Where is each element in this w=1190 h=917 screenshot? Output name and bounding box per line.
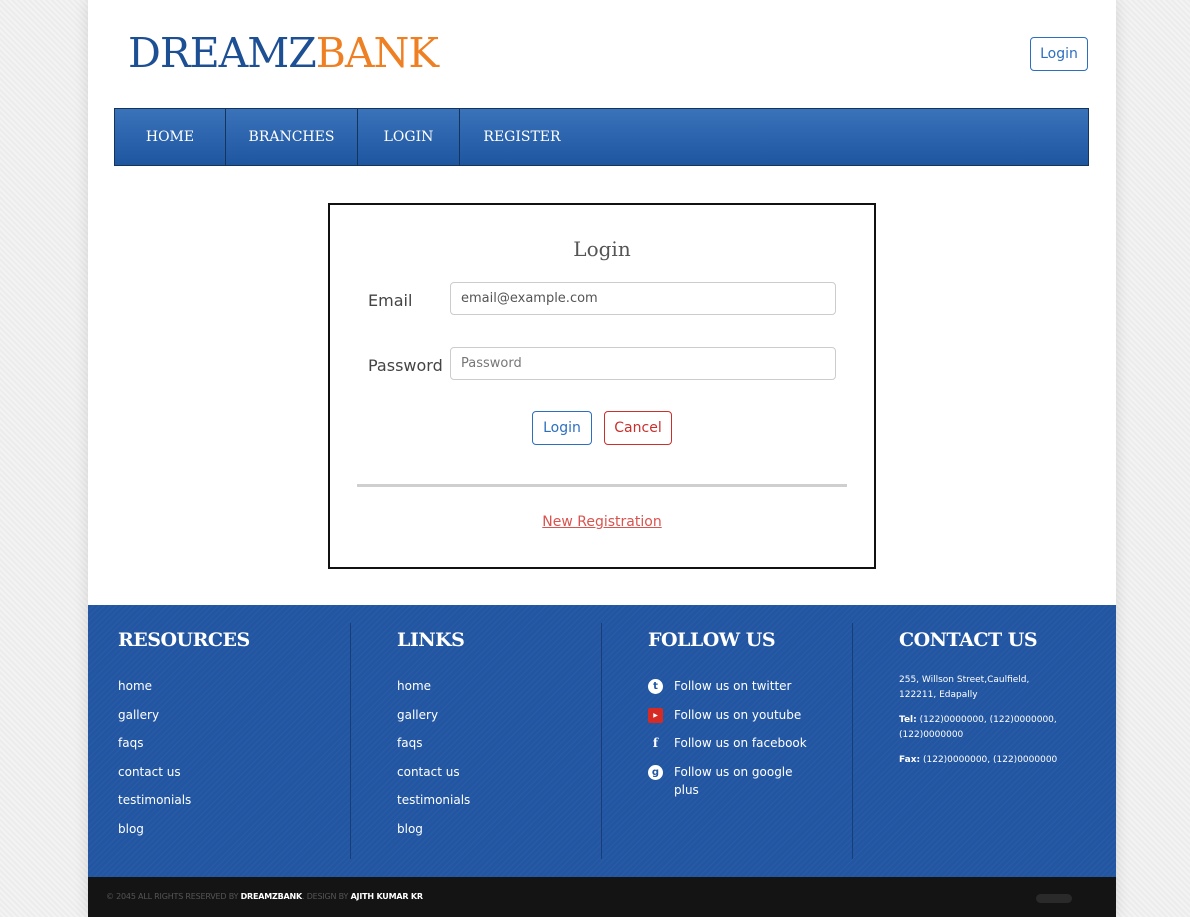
nav-item-home[interactable]: HOME	[115, 109, 226, 165]
copyright-design-by: . DESIGN BY	[302, 892, 349, 901]
contact-tel-label: Tel:	[899, 715, 917, 725]
footer-link-testimonials[interactable]: testimonials	[397, 791, 470, 820]
copyright-designer[interactable]: AJITH KUMAR KR	[351, 892, 423, 901]
contact-fax-label: Fax:	[899, 755, 921, 765]
footer-contact-title: CONTACT US	[899, 629, 1038, 651]
footer-links-list: home gallery faqs contact us testimonial…	[397, 677, 470, 849]
header-login-button[interactable]: Login	[1030, 37, 1088, 71]
footer-column-divider	[601, 623, 602, 859]
follow-twitter-text: Follow us on twitter	[674, 679, 792, 693]
footer-links: LINKS home gallery faqs contact us testi…	[397, 605, 597, 859]
footer-column-divider	[852, 623, 853, 859]
follow-google-plus-link[interactable]: g Follow us on google plus	[648, 763, 818, 803]
email-field[interactable]	[450, 282, 836, 315]
follow-youtube-link[interactable]: ▶ Follow us on youtube	[648, 706, 818, 735]
contact-fax-value: (122)0000000, (122)0000000	[922, 755, 1058, 765]
copyright-prefix: © 2045 ALL RIGHTS RESERVED BY	[106, 892, 239, 901]
nav-item-branches[interactable]: BRANCHES	[226, 109, 358, 165]
login-panel: Login Email Password Login Cancel New Re…	[328, 203, 876, 569]
contact-address: 255, Willson Street,Caulfield, 122211, E…	[899, 675, 1030, 700]
cancel-button[interactable]: Cancel	[604, 411, 672, 445]
login-title: Login	[573, 237, 631, 261]
follow-youtube-text: Follow us on youtube	[674, 707, 802, 722]
google-plus-icon: g	[648, 764, 663, 780]
nav-item-register[interactable]: REGISTER	[460, 109, 584, 165]
follow-google-plus-text: Follow us on google plus	[674, 764, 793, 797]
contact-tel-value: (122)0000000, (122)0000000, (122)0000000	[899, 715, 1057, 740]
footer-follow: FOLLOW US t Follow us on twitter ▶ Follo…	[648, 605, 848, 859]
copyright-brand[interactable]: DREAMZBANK	[241, 892, 303, 901]
footer-link-home[interactable]: home	[118, 677, 191, 706]
follow-twitter-link[interactable]: t Follow us on twitter	[648, 677, 818, 706]
youtube-icon: ▶	[648, 707, 663, 723]
footer-link-blog[interactable]: blog	[118, 820, 191, 849]
nav-item-login[interactable]: LOGIN	[358, 109, 460, 165]
footer-resources-title: RESOURCES	[118, 629, 250, 651]
footer-link-contact-us[interactable]: contact us	[397, 763, 470, 792]
logo-part-dreamz: DREAMZ	[128, 29, 317, 77]
contact-tel: Tel: (122)0000000, (122)0000000, (122)00…	[899, 713, 1069, 743]
password-field[interactable]	[450, 347, 836, 380]
contact-fax: Fax: (122)0000000, (122)0000000	[899, 753, 1069, 768]
footer-contact: CONTACT US 255, Willson Street,Caulfield…	[899, 605, 1079, 859]
follow-facebook-text: Follow us on facebook	[674, 736, 807, 751]
scroll-to-top-button[interactable]	[1036, 894, 1072, 903]
follow-facebook-link[interactable]: f Follow us on facebook	[648, 734, 818, 763]
footer-links-title: LINKS	[397, 629, 465, 651]
page-container: DREAMZBANK Login HOME BRANCHES LOGIN REG…	[88, 0, 1116, 917]
footer-link-blog[interactable]: blog	[397, 820, 470, 849]
footer-contact-details: 255, Willson Street,Caulfield, 122211, E…	[899, 673, 1069, 778]
footer-link-home[interactable]: home	[397, 677, 470, 706]
footer-link-faqs[interactable]: faqs	[397, 734, 470, 763]
form-divider	[357, 484, 847, 487]
main-nav: HOME BRANCHES LOGIN REGISTER	[114, 108, 1089, 166]
footer-resources: RESOURCES home gallery faqs contact us t…	[118, 605, 348, 859]
footer-link-testimonials[interactable]: testimonials	[118, 791, 191, 820]
login-button[interactable]: Login	[532, 411, 592, 445]
footer-link-contact-us[interactable]: contact us	[118, 763, 191, 792]
footer-link-gallery[interactable]: gallery	[397, 706, 470, 735]
logo-part-bank: BANK	[315, 29, 439, 77]
footer-follow-title: FOLLOW US	[648, 629, 776, 651]
bottom-bar: © 2045 ALL RIGHTS RESERVED BY DREAMZBANK…	[88, 877, 1116, 917]
copyright-text: © 2045 ALL RIGHTS RESERVED BY DREAMZBANK…	[106, 892, 423, 901]
footer-follow-list: t Follow us on twitter ▶ Follow us on yo…	[648, 677, 818, 803]
footer-link-faqs[interactable]: faqs	[118, 734, 191, 763]
password-label: Password	[368, 356, 443, 375]
email-label: Email	[368, 291, 413, 310]
footer-column-divider	[350, 623, 351, 859]
footer-resources-list: home gallery faqs contact us testimonial…	[118, 677, 191, 849]
logo[interactable]: DREAMZBANK	[128, 28, 439, 78]
facebook-icon: f	[652, 736, 659, 751]
footer: RESOURCES home gallery faqs contact us t…	[88, 605, 1116, 877]
new-registration-link[interactable]: New Registration	[330, 514, 874, 530]
footer-link-gallery[interactable]: gallery	[118, 706, 191, 735]
twitter-icon: t	[648, 679, 663, 694]
